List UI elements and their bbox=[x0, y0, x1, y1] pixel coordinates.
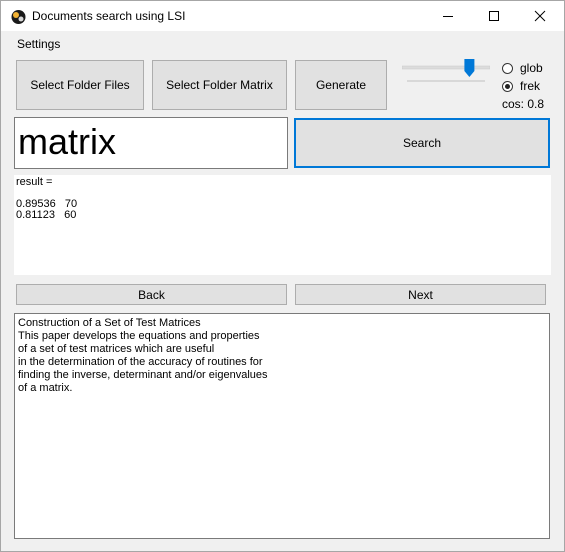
search-button[interactable]: Search bbox=[294, 118, 550, 168]
select-folder-matrix-button[interactable]: Select Folder Matrix bbox=[152, 60, 287, 110]
slider-thumb[interactable] bbox=[464, 59, 475, 77]
window-title: Documents search using LSI bbox=[32, 9, 186, 23]
document-line: finding the inverse, determinant and/or … bbox=[18, 369, 268, 381]
radio-glob-label: glob bbox=[520, 61, 543, 75]
app-icon bbox=[10, 8, 27, 25]
minimize-button[interactable] bbox=[425, 1, 471, 31]
back-button[interactable]: Back bbox=[16, 284, 287, 305]
maximize-icon bbox=[489, 11, 499, 21]
title-bar[interactable]: Documents search using LSI bbox=[1, 1, 564, 31]
main-window: Documents search using LSI Settings Sele… bbox=[0, 0, 565, 552]
select-folder-files-button[interactable]: Select Folder Files bbox=[16, 60, 144, 110]
maximize-button[interactable] bbox=[471, 1, 517, 31]
document-line: This paper develops the equations and pr… bbox=[18, 330, 260, 342]
minimize-icon bbox=[443, 16, 453, 17]
document-line: of a set of test matrices which are usef… bbox=[18, 343, 215, 355]
generate-button[interactable]: Generate bbox=[295, 60, 387, 110]
threshold-slider[interactable] bbox=[401, 59, 491, 85]
result-output: result = 0.89536 70 0.81123 60 bbox=[14, 175, 551, 275]
close-icon bbox=[534, 10, 546, 22]
next-button[interactable]: Next bbox=[295, 284, 546, 305]
document-line: of a matrix. bbox=[18, 382, 73, 394]
close-button[interactable] bbox=[517, 1, 563, 31]
result-row: 0.81123 60 bbox=[16, 209, 77, 221]
radio-glob-circle[interactable] bbox=[502, 62, 513, 74]
menu-settings[interactable]: Settings bbox=[17, 37, 60, 51]
query-input[interactable]: matrix bbox=[14, 117, 288, 169]
menu-bar: Settings bbox=[1, 32, 564, 54]
document-line: in the determination of the accuracy of … bbox=[18, 356, 263, 368]
radio-frek-circle[interactable] bbox=[502, 80, 513, 92]
document-line: Construction of a Set of Test Matrices bbox=[18, 317, 201, 329]
result-row: 0.89536 70 bbox=[16, 198, 78, 210]
result-header: result = bbox=[16, 176, 53, 188]
slider-track bbox=[401, 65, 491, 70]
document-text-area[interactable]: Construction of a Set of Test Matrices T… bbox=[14, 313, 550, 539]
radio-glob[interactable]: glob bbox=[502, 60, 543, 76]
radio-frek-label: frek bbox=[520, 79, 541, 93]
cos-label: cos: 0.8 bbox=[502, 97, 545, 111]
radio-frek[interactable]: frek bbox=[502, 78, 540, 94]
